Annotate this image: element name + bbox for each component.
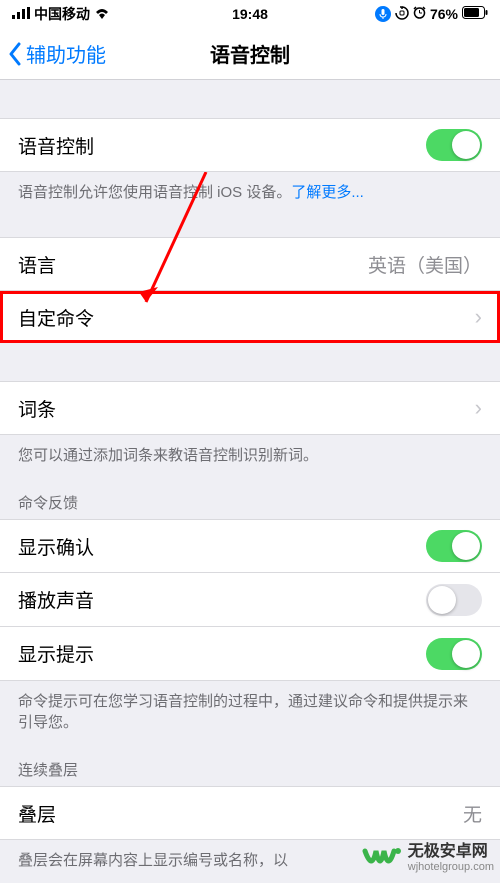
watermark: 无极安卓网 wjhotelgroup.com (362, 843, 494, 873)
language-label: 语言 (18, 251, 56, 278)
show-hints-label: 显示提示 (18, 640, 94, 667)
watermark-url: wjhotelgroup.com (408, 861, 494, 873)
show-confirm-cell[interactable]: 显示确认 (0, 519, 500, 573)
show-confirm-label: 显示确认 (18, 533, 94, 560)
language-cell[interactable]: 语言 英语（美国） (0, 237, 500, 291)
watermark-title: 无极安卓网 (408, 843, 494, 861)
vocabulary-label: 词条 (18, 395, 56, 422)
overlay-label: 叠层 (18, 800, 56, 827)
play-sound-switch[interactable] (426, 584, 482, 616)
language-value: 英语（美国） (368, 251, 482, 278)
voice-control-cell[interactable]: 语音控制 (0, 118, 500, 172)
nav-bar: 辅助功能 语音控制 (0, 28, 500, 80)
overlay-header: 连续叠层 (0, 741, 500, 786)
custom-commands-label: 自定命令 (18, 304, 94, 331)
learn-more-link[interactable]: 了解更多... (291, 184, 364, 201)
play-sound-cell[interactable]: 播放声音 (0, 573, 500, 627)
overlay-cell[interactable]: 叠层 无 (0, 786, 500, 840)
feedback-header: 命令反馈 (0, 474, 500, 519)
voice-control-desc: 语音控制允许您使用语音控制 iOS 设备。了解更多... (0, 172, 500, 211)
back-label: 辅助功能 (26, 39, 106, 68)
vocabulary-cell[interactable]: 词条 › (0, 381, 500, 435)
back-button[interactable]: 辅助功能 (0, 39, 106, 68)
chevron-right-icon: › (475, 304, 482, 330)
show-hints-switch[interactable] (426, 638, 482, 670)
clock: 19:48 (0, 6, 500, 22)
voice-control-label: 语音控制 (18, 132, 94, 159)
voice-control-switch[interactable] (426, 129, 482, 161)
watermark-logo-icon (362, 843, 402, 873)
status-bar: 中国移动 19:48 76% (0, 0, 500, 28)
custom-commands-cell[interactable]: 自定命令 › (0, 291, 500, 343)
show-confirm-switch[interactable] (426, 530, 482, 562)
vocabulary-desc: 您可以通过添加词条来教语音控制识别新词。 (0, 435, 500, 474)
overlay-value: 无 (463, 800, 482, 827)
chevron-left-icon (8, 42, 22, 66)
feedback-desc: 命令提示可在您学习语音控制的过程中，通过建议命令和提供提示来引导您。 (0, 681, 500, 741)
show-hints-cell[interactable]: 显示提示 (0, 627, 500, 681)
chevron-right-icon: › (475, 395, 482, 421)
play-sound-label: 播放声音 (18, 586, 94, 613)
